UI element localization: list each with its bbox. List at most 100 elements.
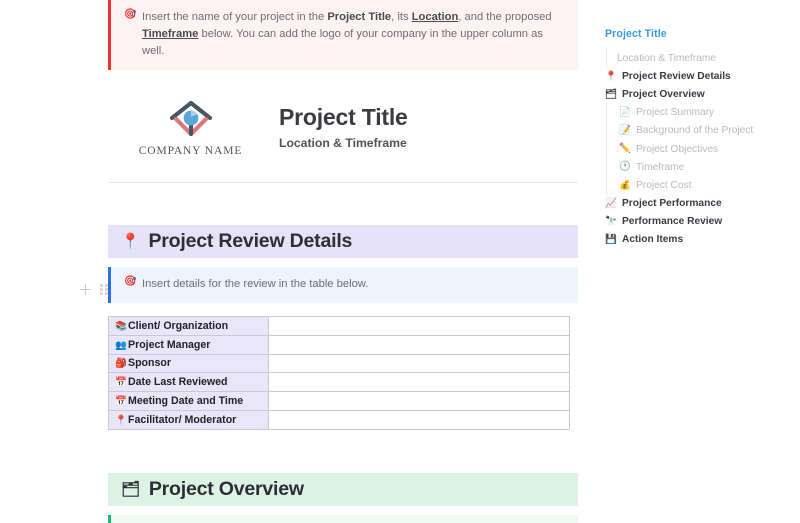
outline-root-title[interactable]: Project Title [605, 28, 794, 40]
memo-icon: 📝 [619, 126, 632, 136]
page-title: Project Title [279, 104, 408, 131]
spacer-4 [108, 506, 578, 515]
intro-t4: below. You can add the logo of your comp… [142, 28, 543, 57]
sidebar-item-location-timeframe[interactable]: Location & Timeframe [605, 49, 794, 67]
house-logo-icon [162, 97, 220, 143]
pushpin-icon: 📍 [115, 415, 128, 426]
spacer-3 [108, 430, 578, 473]
intro-t1: Insert the name of your project in the [142, 11, 327, 23]
outline-sidebar: Project Title Location & Timeframe 📍 Pro… [593, 0, 800, 523]
add-block-icon[interactable] [80, 284, 91, 295]
sidebar-item-background-of-the-project[interactable]: 📝 Background of the Project [605, 122, 794, 140]
table-row[interactable]: 📚Client/ Organization [109, 317, 570, 336]
table-label-cell: 🎒Sponsor [109, 354, 269, 373]
section-title-overview: Project Overview [149, 478, 304, 501]
table-label-cell: 📚Client/ Organization [109, 317, 269, 336]
sidebar-item-performance-review[interactable]: 🔭 Performance Review [605, 213, 794, 231]
sidebar-item-label: Project Overview [622, 88, 705, 101]
calendar-icon: 📅 [115, 396, 128, 407]
sidebar-item-label: Background of the Project [636, 124, 753, 137]
card-index-dividers-icon: 🗂 [121, 482, 140, 497]
clock-icon: 🕐 [619, 162, 632, 172]
sidebar-item-timeframe[interactable]: 🕐 Timeframe [605, 158, 794, 176]
sidebar-item-label: Timeframe [636, 161, 684, 174]
sidebar-item-action-items[interactable]: 💾 Action Items [605, 231, 794, 249]
table-body: 📚Client/ Organization 👥Project Manager 🎒… [109, 317, 570, 430]
title-block: Project Title Location & Timeframe [273, 104, 408, 150]
section-banner-review: 📍 Project Review Details [108, 225, 578, 258]
intro-t2: , its [391, 11, 412, 23]
table-value-cell[interactable] [269, 373, 570, 392]
spacer-1 [108, 183, 578, 225]
sidebar-item-label: Performance Review [622, 215, 722, 228]
table-row[interactable]: 📅Meeting Date and Time [109, 392, 570, 411]
money-icon: 💰 [619, 181, 632, 191]
page-icon: 📄 [619, 108, 632, 118]
table-label-text: Project Manager [128, 339, 210, 351]
table-label-cell: 📅Date Last Reviewed [109, 373, 269, 392]
sidebar-item-project-overview[interactable]: 🗂 Project Overview [605, 85, 794, 103]
table-value-cell[interactable] [269, 335, 570, 354]
sidebar-item-label: Project Summary [636, 106, 714, 119]
spacer-2 [108, 258, 578, 267]
table-row[interactable]: 📍Facilitator/ Moderator [109, 410, 570, 429]
sidebar-item-label: Project Cost [636, 179, 691, 192]
document-body: 🎯 Insert the name of your project in the… [0, 0, 593, 523]
intro-callout: 🎯 Insert the name of your project in the… [108, 0, 578, 70]
callout-accent-bar [108, 515, 111, 523]
sidebar-item-label: Location & Timeframe [617, 52, 716, 65]
table-label-cell: 👥Project Manager [109, 335, 269, 354]
callout-accent-bar [108, 267, 111, 303]
target-icon: 🎯 [124, 277, 136, 287]
table-row[interactable]: 📅Date Last Reviewed [109, 373, 570, 392]
table-value-cell[interactable] [269, 354, 570, 373]
intro-timeframe: Timeframe [142, 28, 198, 40]
table-value-cell[interactable] [269, 317, 570, 336]
section-banner-overview: 🗂 Project Overview [108, 473, 578, 506]
document-page: 🎯 Insert the name of your project in the… [0, 0, 800, 523]
review-callout-text: Insert details for the review in the tab… [142, 278, 368, 290]
left-gutter [0, 0, 108, 523]
document-header: COMPANY NAME Project Title Location & Ti… [108, 70, 578, 165]
section-title-review: Project Review Details [148, 230, 352, 253]
books-icon: 📚 [115, 321, 128, 332]
sidebar-item-label: Project Performance [622, 197, 722, 210]
sidebar-item-project-summary[interactable]: 📄 Project Summary [605, 104, 794, 122]
sidebar-item-project-review-details[interactable]: 📍 Project Review Details [605, 67, 794, 85]
sidebar-item-project-objectives[interactable]: ✏️ Project Objectives [605, 140, 794, 158]
table-label-text: Date Last Reviewed [128, 376, 228, 388]
document-content: 🎯 Insert the name of your project in the… [108, 0, 578, 523]
people-icon: 👥 [115, 340, 128, 351]
intro-location: Location [412, 11, 459, 23]
table-label-text: Facilitator/ Moderator [128, 414, 236, 426]
intro-project-title: Project Title [327, 11, 391, 23]
intro-t3: , and the proposed [458, 11, 551, 23]
sidebar-item-label: Project Objectives [636, 143, 718, 156]
chart-increasing-icon: 📈 [605, 199, 618, 209]
table-row[interactable]: 👥Project Manager [109, 335, 570, 354]
table-label-text: Client/ Organization [128, 320, 228, 332]
target-icon: 🎯 [124, 10, 136, 20]
page-subtitle: Location & Timeframe [279, 136, 408, 150]
table-label-cell: 📍Facilitator/ Moderator [109, 410, 269, 429]
drag-handle-icon[interactable] [100, 284, 108, 295]
sidebar-item-label: Action Items [622, 233, 683, 246]
company-name-text: COMPANY NAME [139, 145, 243, 157]
table-value-cell[interactable] [269, 410, 570, 429]
floppy-disk-icon: 💾 [605, 235, 618, 245]
table-value-cell[interactable] [269, 392, 570, 411]
table-row[interactable]: 🎒Sponsor [109, 354, 570, 373]
sidebar-item-project-cost[interactable]: 💰 Project Cost [605, 176, 794, 194]
table-label-text: Sponsor [128, 357, 171, 369]
card-index-dividers-icon: 🗂 [605, 90, 618, 100]
review-details-table[interactable]: 📚Client/ Organization 👥Project Manager 🎒… [108, 316, 570, 430]
pencil-icon: ✏️ [619, 144, 632, 154]
table-label-text: Meeting Date and Time [128, 395, 243, 407]
callout-accent-bar [108, 0, 111, 70]
pushpin-icon: 📍 [605, 72, 618, 82]
block-controls[interactable] [80, 284, 108, 295]
pushpin-icon: 📍 [121, 234, 139, 249]
sidebar-item-label: Project Review Details [622, 70, 731, 83]
sidebar-item-project-performance[interactable]: 📈 Project Performance [605, 195, 794, 213]
review-callout: 🎯 Insert details for the review in the t… [108, 267, 578, 303]
